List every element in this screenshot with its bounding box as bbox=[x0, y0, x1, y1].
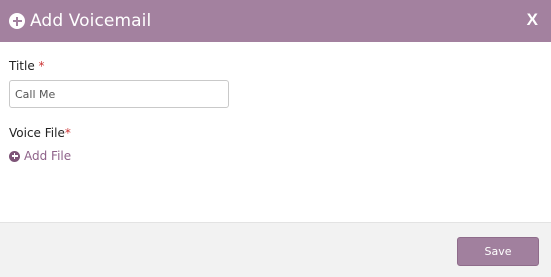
title-label: Title * bbox=[9, 59, 542, 73]
title-input[interactable] bbox=[9, 80, 229, 108]
add-file-link[interactable]: Add File bbox=[9, 149, 542, 163]
required-marker: * bbox=[64, 126, 71, 140]
save-button[interactable]: Save bbox=[457, 237, 539, 266]
close-button[interactable]: X bbox=[527, 10, 538, 30]
plus-circle-icon bbox=[9, 13, 25, 29]
voice-file-label-text: Voice File bbox=[9, 126, 65, 140]
add-file-label: Add File bbox=[24, 149, 72, 163]
required-marker: * bbox=[38, 59, 45, 73]
dialog-header: Add Voicemail X bbox=[0, 0, 551, 42]
title-label-text: Title bbox=[9, 59, 35, 73]
voice-file-label: Voice File* bbox=[9, 126, 542, 140]
plus-circle-icon bbox=[9, 150, 20, 162]
add-voicemail-dialog: Add Voicemail X Title * Voice File* Add … bbox=[0, 0, 551, 277]
dialog-footer: Save bbox=[0, 222, 551, 277]
dialog-title: Add Voicemail bbox=[30, 11, 152, 31]
dialog-body: Title * Voice File* Add File bbox=[0, 42, 551, 222]
